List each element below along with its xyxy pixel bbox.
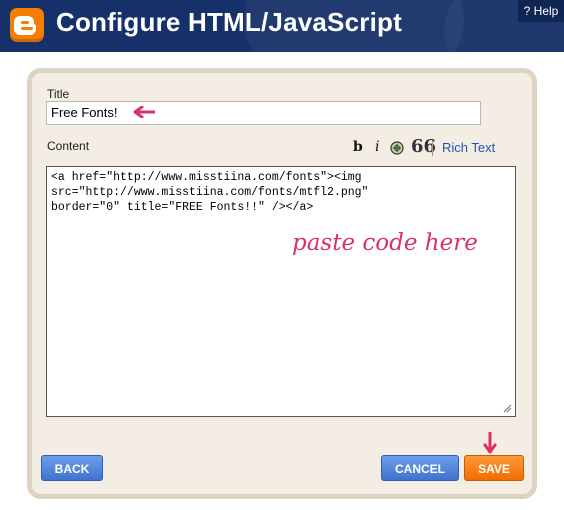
bold-button[interactable]: b <box>353 139 363 157</box>
link-icon[interactable] <box>388 140 406 156</box>
pointer-arrow-down-icon <box>483 432 497 454</box>
save-button[interactable]: SAVE <box>464 455 524 481</box>
title-input[interactable]: Free Fonts! <box>46 101 481 125</box>
help-link[interactable]: ? Help <box>518 0 564 22</box>
page-title: Configure HTML/JavaScript <box>56 7 402 37</box>
handwritten-annotation: paste code here <box>292 230 478 256</box>
content-code[interactable]: <a href="http://www.misstiina.com/fonts"… <box>51 170 511 215</box>
title-label: Title <box>47 87 70 101</box>
rich-text-link[interactable]: Rich Text <box>442 140 495 155</box>
annotation-text: paste code here <box>292 230 478 256</box>
blogger-logo-icon <box>10 8 44 42</box>
cancel-button[interactable]: CANCEL <box>381 455 459 481</box>
italic-button[interactable]: i <box>375 139 379 157</box>
back-button[interactable]: BACK <box>41 455 103 481</box>
content-label: Content <box>47 139 90 153</box>
header-bar: Configure HTML/JavaScript ? Help <box>0 0 564 52</box>
resize-grip-icon[interactable] <box>502 403 512 413</box>
toolbar-divider <box>432 141 433 156</box>
pointer-arrow-icon <box>133 106 155 118</box>
